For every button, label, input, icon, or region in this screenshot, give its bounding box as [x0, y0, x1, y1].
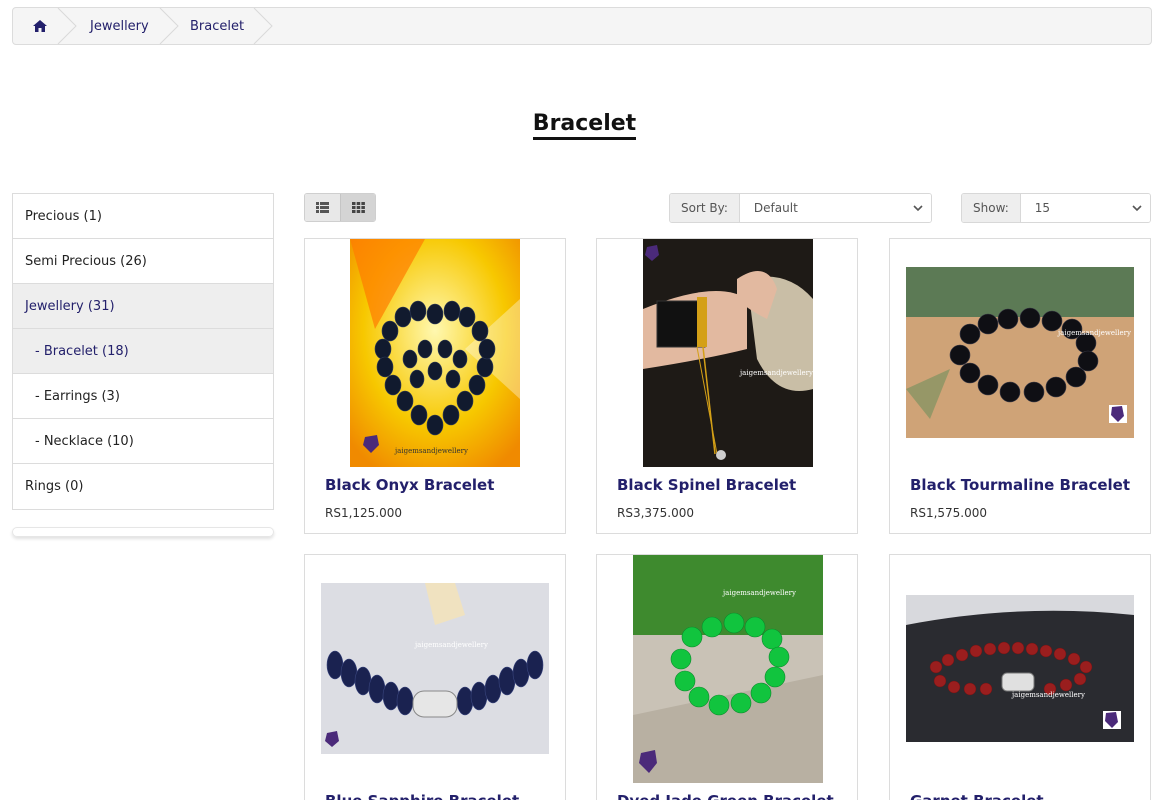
sort-by-value: Default: [753, 201, 798, 215]
svg-text:jaigemsandjewellery: jaigemsandjewellery: [394, 447, 468, 455]
category-list: Precious (1) Semi Precious (26) Jeweller…: [12, 193, 274, 510]
product-name[interactable]: Garnet Bracelet: [910, 792, 1044, 800]
svg-text:jaigemsandjewellery: jaigemsandjewellery: [1057, 329, 1131, 337]
show-label: Show:: [962, 194, 1021, 222]
product-image[interactable]: jaigemsandjewellery: [597, 555, 857, 785]
grid-view-icon: [351, 202, 365, 213]
product-price: RS3,375.000: [617, 506, 695, 520]
product-image[interactable]: jaigemsandjewellery: [890, 239, 1150, 469]
svg-text:jaigemsandjewellery: jaigemsandjewellery: [739, 369, 813, 377]
product-image[interactable]: jaigemsandjewellery: [890, 555, 1150, 785]
list-view-button[interactable]: [305, 194, 340, 221]
category-necklace[interactable]: - Necklace (10): [13, 419, 273, 464]
product-card: jaigemsandjewellery Black Onyx Bracelet …: [304, 238, 566, 534]
breadcrumb-home[interactable]: [33, 8, 49, 44]
page-title-text: Bracelet: [532, 111, 637, 140]
sidebar-module: [12, 527, 274, 537]
breadcrumb-separator: [253, 8, 273, 44]
category-rings[interactable]: Rings (0): [13, 464, 273, 509]
product-name[interactable]: Black Spinel Bracelet: [617, 476, 796, 494]
product-card: jaigemsandjewellery Garnet Bracelet: [889, 554, 1151, 800]
category-jewellery[interactable]: Jewellery (31): [13, 284, 273, 329]
show-select[interactable]: 15: [1020, 194, 1150, 222]
category-precious[interactable]: Precious (1): [13, 194, 273, 239]
chevron-down-icon: [913, 204, 923, 211]
product-image[interactable]: jaigemsandjewellery: [305, 555, 565, 785]
product-name[interactable]: Dyed Jade Green Bracelet: [617, 792, 834, 800]
product-card: jaigemsandjewellery Black Spinel Bracele…: [596, 238, 858, 534]
chevron-down-icon: [1132, 204, 1142, 211]
product-image[interactable]: jaigemsandjewellery: [597, 239, 857, 469]
product-name[interactable]: Black Onyx Bracelet: [325, 476, 494, 494]
product-name[interactable]: Blue Sapphire Bracelet: [325, 792, 519, 800]
sort-by-select[interactable]: Default: [739, 194, 931, 222]
product-image[interactable]: jaigemsandjewellery: [305, 239, 565, 469]
grid-view-button[interactable]: [340, 194, 375, 221]
breadcrumb: Jewellery Bracelet: [12, 7, 1152, 45]
view-toggle: [304, 193, 376, 222]
product-name[interactable]: Black Tourmaline Bracelet: [910, 476, 1130, 494]
product-card: jaigemsandjewellery Blue Sapphire Bracel…: [304, 554, 566, 800]
svg-text:jaigemsandjewellery: jaigemsandjewellery: [1011, 691, 1085, 699]
sort-by-label: Sort By:: [670, 194, 740, 222]
svg-text:jaigemsandjewellery: jaigemsandjewellery: [722, 589, 796, 597]
breadcrumb-bracelet[interactable]: Bracelet: [190, 8, 244, 44]
product-card: jaigemsandjewellery Dyed Jade Green Brac…: [596, 554, 858, 800]
breadcrumb-separator: [159, 8, 179, 44]
product-price: RS1,575.000: [910, 506, 988, 520]
breadcrumb-jewellery[interactable]: Jewellery: [90, 8, 149, 44]
product-card: jaigemsandjewellery Black Tourmaline Bra…: [889, 238, 1151, 534]
show-control: Show: 15: [961, 193, 1151, 223]
category-semi-precious[interactable]: Semi Precious (26): [13, 239, 273, 284]
page-title: Bracelet: [0, 100, 1169, 140]
category-earrings[interactable]: - Earrings (3): [13, 374, 273, 419]
list-view-icon: [316, 202, 329, 213]
product-price: RS1,125.000: [325, 506, 403, 520]
svg-text:jaigemsandjewellery: jaigemsandjewellery: [414, 641, 488, 649]
show-value: 15: [1034, 201, 1051, 215]
sort-by-control: Sort By: Default: [669, 193, 932, 223]
home-icon: [33, 20, 47, 32]
category-bracelet[interactable]: - Bracelet (18): [13, 329, 273, 374]
breadcrumb-separator: [57, 8, 77, 44]
